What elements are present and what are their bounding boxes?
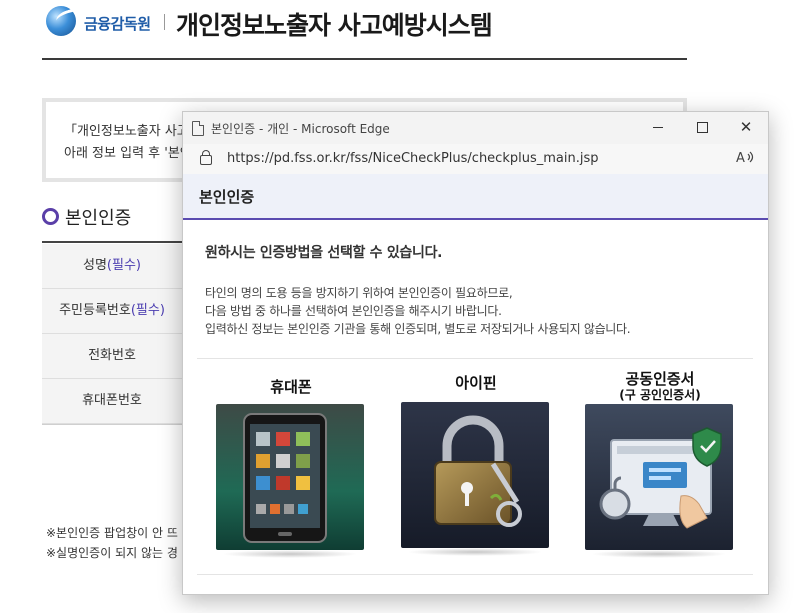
- fss-logo-icon: [46, 6, 84, 36]
- option-sublabel: (구 공인인증서): [619, 388, 701, 402]
- footnote-popup-blocked: ※본인인증 팝업창이 안 뜨: [46, 526, 178, 540]
- circle-bullet-icon: [42, 208, 59, 225]
- lock-icon[interactable]: [200, 150, 212, 165]
- certificate-monitor-icon[interactable]: [585, 404, 733, 550]
- form-bottom-border: [42, 424, 182, 425]
- url-field[interactable]: https://pd.fss.or.kr/fss/NiceCheckPlus/c…: [227, 151, 598, 166]
- tile-shadow: [407, 548, 543, 556]
- tile-shadow: [591, 550, 727, 558]
- option-label: 휴대폰: [270, 378, 312, 396]
- auth-option-mobile[interactable]: 휴대폰: [216, 368, 366, 558]
- notice-line-2: 아래 정보 입력 후 '본인: [64, 146, 192, 161]
- read-aloud-icon[interactable]: A: [736, 149, 756, 169]
- minimize-icon: [653, 126, 663, 128]
- auth-heading: 본인인증: [199, 188, 255, 206]
- options-top-divider: [197, 358, 753, 359]
- mobile-phone-icon[interactable]: [216, 404, 364, 550]
- auth-heading-bar: 본인인증: [183, 174, 768, 220]
- section-underline: [42, 241, 182, 243]
- auth-option-ipin[interactable]: 아이핀: [401, 368, 551, 558]
- form-label-name: 성명(필수): [42, 244, 182, 289]
- maximize-button[interactable]: [680, 112, 724, 144]
- tile-shadow: [222, 550, 358, 558]
- page-icon: [192, 121, 204, 136]
- form-label-mobile: 휴대폰번호: [42, 379, 182, 424]
- window-title: 본인인증 - 개인 - Microsoft Edge: [211, 122, 390, 136]
- minimize-button[interactable]: [636, 112, 680, 144]
- auth-popup-window: 본인인증 - 개인 - Microsoft Edge ✕ https://pd.…: [182, 111, 769, 595]
- header-divider: [164, 14, 165, 30]
- padlock-key-icon[interactable]: [401, 402, 549, 548]
- site-header: 금융감독원 개인정보노출자 사고예방시스템: [42, 0, 687, 60]
- auth-desc-line-2: 다음 방법 중 하나를 선택하여 본인인증을 해주시기 바랍니다.: [205, 304, 502, 318]
- close-button[interactable]: ✕: [724, 112, 768, 144]
- address-bar[interactable]: https://pd.fss.or.kr/fss/NiceCheckPlus/c…: [183, 144, 768, 175]
- options-bottom-divider: [197, 574, 753, 575]
- auth-desc-line-1: 타인의 명의 도용 등을 방지하기 위하여 본인인증이 필요하므로,: [205, 286, 513, 300]
- option-label: 아이핀: [455, 374, 497, 392]
- form-label-rrn: 주민등록번호(필수): [42, 289, 182, 334]
- section-title: 본인인증: [42, 204, 131, 230]
- maximize-icon: [696, 121, 708, 133]
- auth-option-certificate[interactable]: 공동인증서 (구 공인인증서): [585, 368, 735, 558]
- auth-desc-line-3: 입력하신 정보는 본인인증 기관을 통해 인증되며, 별도로 저장되거나 사용되…: [205, 322, 631, 336]
- footnote-realname-failed: ※실명인증이 되지 않는 경: [46, 546, 178, 560]
- svg-text:A: A: [736, 151, 745, 165]
- close-icon: ✕: [739, 118, 753, 136]
- notice-line-1: 「개인정보노출자 사고: [64, 124, 189, 139]
- form-label-phone: 전화번호: [42, 334, 182, 379]
- auth-lead-text: 원하시는 인증방법을 선택할 수 있습니다.: [205, 245, 443, 261]
- org-name: 금융감독원: [84, 15, 151, 33]
- page-title: 개인정보노출자 사고예방시스템: [176, 11, 493, 40]
- window-titlebar[interactable]: 본인인증 - 개인 - Microsoft Edge ✕: [183, 112, 768, 144]
